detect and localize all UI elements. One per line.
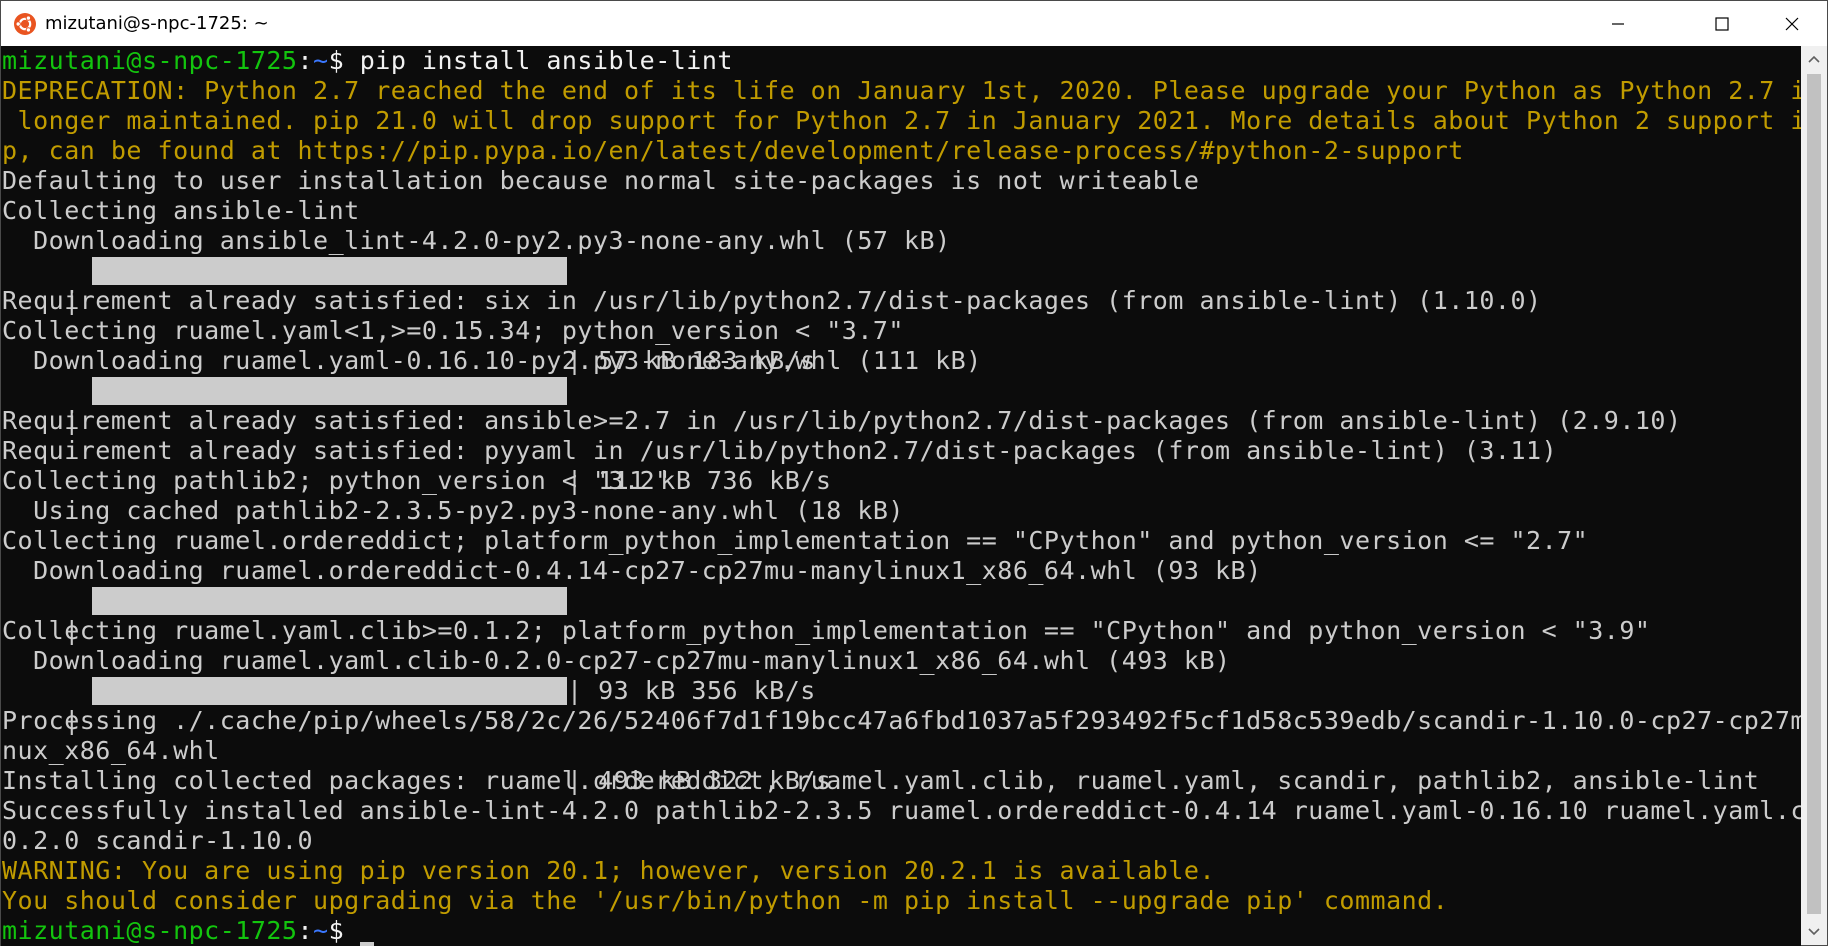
progress-line: | | 111 kB 736 kB/s (2, 376, 1801, 495)
maximize-icon (1715, 16, 1729, 31)
progress-bar (92, 587, 567, 615)
prompt-user-host: mizutani@s-npc-1725 (2, 916, 298, 945)
prompt-path: ~ (313, 916, 329, 945)
close-icon (1785, 17, 1799, 30)
prompt-sep: : (297, 46, 314, 75)
output-line: Requirement already satisfied: ansible>=… (2, 406, 1682, 435)
text-cursor (359, 942, 374, 946)
scroll-up-button[interactable] (1801, 46, 1827, 72)
output-line: Defaulting to user installation because … (2, 166, 1200, 195)
command-line: mizutani@s-npc-1725:~$ pip install ansib… (2, 46, 733, 76)
prompt-sep: : (297, 916, 314, 945)
output-line: p, can be found at https://pip.pypa.io/e… (2, 136, 1464, 165)
chevron-up-icon (1808, 55, 1820, 63)
output-line: nux_x86_64.whl (2, 736, 220, 765)
vertical-scrollbar[interactable] (1801, 46, 1827, 945)
progress-bar (92, 257, 567, 285)
output-line: Downloading ansible_lint-4.2.0-py2.py3-n… (2, 226, 951, 255)
warning-line: WARNING: You are using pip version 20.1;… (2, 856, 1215, 885)
progress-bar (92, 677, 567, 705)
output-line: Collecting pathlib2; python_version < "3… (2, 466, 671, 495)
output-line: Installing collected packages: ruamel.or… (2, 766, 1760, 795)
output-line: Processing ./.cache/pip/wheels/58/2c/26/… (2, 706, 1801, 735)
progress-line: | | 93 kB 356 kB/s (2, 586, 1801, 705)
minimize-button[interactable] (1583, 1, 1653, 46)
output-line: Successfully installed ansible-lint-4.2.… (2, 796, 1801, 825)
window-title: mizutani@s-npc-1725: ~ (45, 13, 269, 34)
prompt-dollar: $ (328, 916, 360, 945)
output-line: Collecting ruamel.yaml.clib>=0.1.2; plat… (2, 616, 1651, 645)
progress-line: | | 57 kB 183 kB/s (2, 256, 1801, 375)
output-line: Collecting ruamel.ordereddict; platform_… (2, 526, 1589, 555)
command-text: pip install ansible-lint (359, 46, 733, 75)
output-line: Requirement already satisfied: six in /u… (2, 286, 1542, 315)
chevron-down-icon (1808, 928, 1820, 936)
warning-line: You should consider upgrading via the '/… (2, 886, 1449, 915)
scroll-thumb[interactable] (1807, 74, 1821, 914)
maximize-button[interactable] (1687, 1, 1757, 46)
output-line: Downloading ruamel.ordereddict-0.4.14-cp… (2, 556, 1262, 585)
prompt-dollar: $ (328, 46, 360, 75)
output-line: longer maintained. pip 21.0 will drop su… (2, 106, 1801, 135)
output-line: Requirement already satisfied: pyyaml in… (2, 436, 1558, 465)
output-line: Collecting ansible-lint (2, 196, 360, 225)
output-line: 0.2.0 scandir-1.10.0 (2, 826, 314, 855)
scroll-down-button[interactable] (1801, 919, 1827, 945)
output-line: Collecting ruamel.yaml<1,>=0.15.34; pyth… (2, 316, 904, 345)
progress-line: | | 493 kB 322 kB/s (2, 676, 1801, 795)
prompt-user-host: mizutani@s-npc-1725 (2, 46, 298, 75)
prompt-path: ~ (313, 46, 329, 75)
prompt-line[interactable]: mizutani@s-npc-1725:~$ (2, 916, 374, 946)
minimize-icon (1612, 22, 1624, 25)
ubuntu-icon (13, 12, 37, 36)
output-line: DEPRECATION: Python 2.7 reached the end … (2, 76, 1801, 105)
progress-bar (92, 377, 567, 405)
output-line: Downloading ruamel.yaml-0.16.10-py2.py3-… (2, 346, 982, 375)
close-button[interactable] (1757, 1, 1827, 46)
output-line: Using cached pathlib2-2.3.5-py2.py3-none… (2, 496, 904, 525)
title-bar[interactable]: mizutani@s-npc-1725: ~ (1, 1, 1827, 46)
terminal-window: mizutani@s-npc-1725: ~ mizutani@s-npc-17… (0, 0, 1828, 946)
output-line: Downloading ruamel.yaml.clib-0.2.0-cp27-… (2, 646, 1231, 675)
terminal-output[interactable]: mizutani@s-npc-1725:~$ pip install ansib… (1, 46, 1801, 946)
